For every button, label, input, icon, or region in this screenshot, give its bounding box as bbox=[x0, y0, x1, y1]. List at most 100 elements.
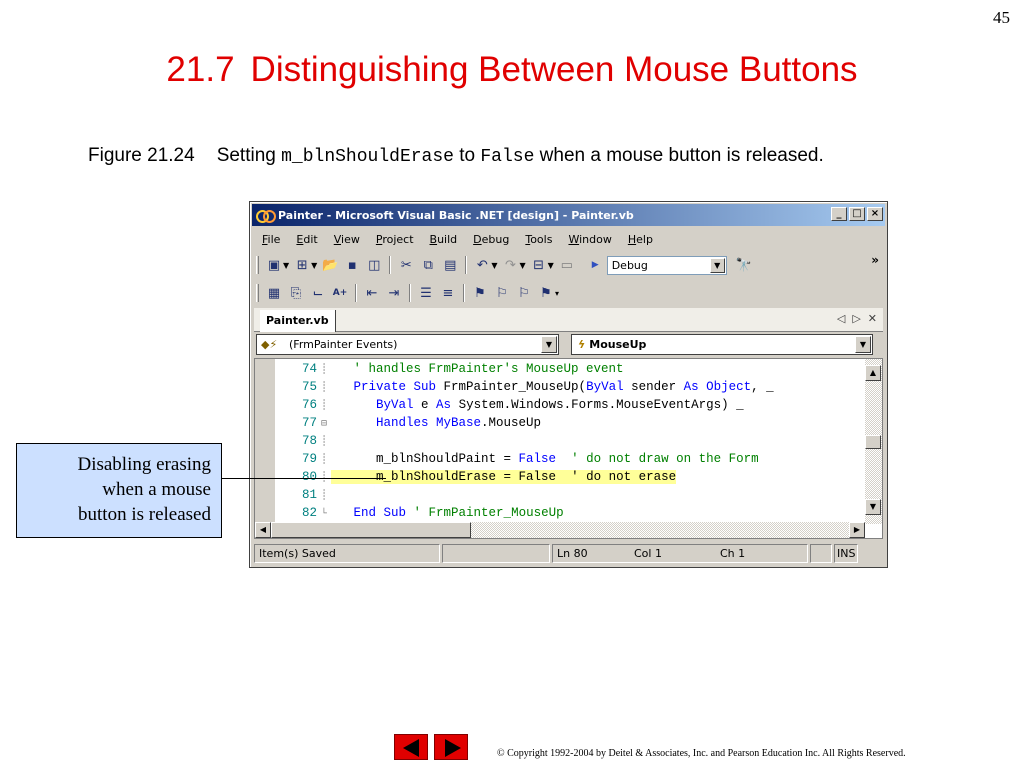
save-icon[interactable]: ▪ bbox=[343, 256, 361, 274]
find-icon[interactable]: 🔭 bbox=[735, 256, 753, 274]
code-token: False bbox=[518, 452, 557, 466]
next-slide-button[interactable] bbox=[434, 734, 468, 760]
horizontal-scrollbar[interactable]: ◀ ▶ bbox=[255, 522, 865, 538]
class-name-combo[interactable]: ◆⚡ (FrmPainter Events) ▼ bbox=[256, 334, 559, 355]
chevron-down-icon[interactable]: ▼ bbox=[283, 261, 289, 270]
line-number: 82 bbox=[301, 506, 317, 520]
code-line[interactable]: 79 ┊ m_blnShouldPaint = False ' do not dr… bbox=[277, 450, 863, 468]
code-token: ByVal bbox=[586, 380, 624, 394]
redo-icon[interactable]: ↷ bbox=[501, 256, 519, 274]
open-folder-icon[interactable]: 📂 bbox=[321, 256, 339, 274]
maximize-button[interactable]: □ bbox=[849, 207, 865, 221]
code-token: System.Windows.Forms.MouseEventArgs) _ bbox=[451, 398, 744, 412]
next-bookmark-icon[interactable]: ⚐ bbox=[493, 284, 511, 302]
undo-icon[interactable]: ↶ bbox=[473, 256, 491, 274]
add-item-icon[interactable]: ⊞ bbox=[293, 256, 311, 274]
code-line[interactable]: 77 ⊟ Handles MyBase.MouseUp bbox=[277, 414, 863, 432]
scroll-right-button[interactable]: ▶ bbox=[849, 522, 865, 538]
window-icon[interactable]: ▭ bbox=[558, 256, 576, 274]
vs-app-icon bbox=[256, 209, 276, 223]
caption-part3: when a mouse button is released. bbox=[534, 145, 824, 166]
chevron-down-icon[interactable]: ▾ bbox=[555, 289, 559, 298]
parameter-info-icon[interactable]: ⎘ bbox=[287, 284, 305, 302]
caption-part1: Setting bbox=[216, 145, 282, 166]
scroll-left-icon[interactable]: ◁ bbox=[837, 312, 845, 325]
menu-item-debug[interactable]: Debug bbox=[465, 233, 517, 246]
method-name-combo[interactable]: ϟ MouseUp ▼ bbox=[571, 334, 873, 355]
scroll-thumb[interactable] bbox=[271, 522, 471, 538]
code-area[interactable]: 74 ┊ ' handles FrmPainter's MouseUp event… bbox=[277, 359, 863, 524]
quick-info-icon[interactable]: ⌙ bbox=[309, 284, 327, 302]
comment-icon[interactable]: ☰ bbox=[417, 284, 435, 302]
menu-item-file[interactable]: File bbox=[254, 233, 288, 246]
window-title: Painter - Microsoft Visual Basic .NET [d… bbox=[278, 208, 634, 222]
new-project-icon[interactable]: ▣ bbox=[265, 256, 283, 274]
complete-word-icon[interactable]: A+ bbox=[331, 284, 349, 302]
code-line[interactable]: 75 ┊ Private Sub FrmPainter_MouseUp(ByVal… bbox=[277, 378, 863, 396]
status-bar: Item(s) Saved Ln 80 Col 1 Ch 1 INS bbox=[254, 543, 883, 563]
outdent-icon[interactable]: ⇤ bbox=[363, 284, 381, 302]
code-line[interactable]: 82 └ End Sub ' FrmPainter_MouseUp bbox=[277, 504, 863, 522]
minimize-button[interactable]: _ bbox=[831, 207, 847, 221]
code-editor[interactable]: 74 ┊ ' handles FrmPainter's MouseUp event… bbox=[254, 358, 883, 539]
code-token: As Object bbox=[683, 380, 752, 394]
copy-icon[interactable]: ⧉ bbox=[419, 256, 437, 274]
scroll-thumb[interactable] bbox=[865, 435, 881, 449]
chevron-down-icon[interactable]: ▼ bbox=[311, 261, 317, 270]
solution-config-select[interactable]: Debug ▼ bbox=[606, 255, 727, 275]
code-token bbox=[556, 470, 572, 484]
chevron-down-icon[interactable]: ▼ bbox=[491, 261, 497, 270]
menu-item-help[interactable]: Help bbox=[620, 233, 661, 246]
toolbar-separator bbox=[409, 284, 411, 302]
status-line: Ln 80 bbox=[552, 543, 630, 563]
chevron-down-icon[interactable]: ▼ bbox=[548, 261, 554, 270]
code-token: m_blnShouldPaint = bbox=[331, 452, 519, 466]
code-line[interactable]: 80┊ m_blnShouldErase = False ' do not er… bbox=[277, 468, 863, 486]
toolbar-overflow-icon[interactable]: » bbox=[871, 253, 879, 267]
previous-slide-button[interactable] bbox=[394, 734, 428, 760]
callout-connector bbox=[222, 478, 386, 479]
scroll-left-button[interactable]: ◀ bbox=[255, 522, 271, 538]
clear-bookmarks-icon[interactable]: ⚑ bbox=[537, 284, 555, 302]
toolbar-separator bbox=[355, 284, 357, 302]
menu-item-edit[interactable]: Edit bbox=[288, 233, 325, 246]
code-line[interactable]: 78 ┊ bbox=[277, 432, 863, 450]
standard-toolbar: ▣ ▼ ⊞ ▼ 📂 ▪ ◫ ✂ ⧉ ▤ ↶ ▼ ↷ ▼ ⊟ ▼ ▭ ▶ Debug ▼ 🔭… bbox=[254, 253, 883, 277]
navigate-icon[interactable]: ⊟ bbox=[530, 256, 548, 274]
previous-bookmark-icon[interactable]: ⚐ bbox=[515, 284, 533, 302]
text-editor-toolbar: ▦ ⎘ ⌙ A+ ⇤ ⇥ ☰ ≡ ⚑ ⚐ ⚐ ⚑ ▾ bbox=[254, 281, 883, 305]
toggle-bookmark-icon[interactable]: ⚑ bbox=[471, 284, 489, 302]
title-text: Distinguishing Between Mouse Buttons bbox=[250, 50, 858, 89]
cut-icon[interactable]: ✂ bbox=[397, 256, 415, 274]
title-bar[interactable]: Painter - Microsoft Visual Basic .NET [d… bbox=[252, 204, 885, 226]
code-token: ' do not erase bbox=[571, 470, 677, 484]
method-name-value: MouseUp bbox=[589, 338, 647, 351]
code-line[interactable]: 81 ┊ bbox=[277, 486, 863, 504]
uncomment-icon[interactable]: ≡ bbox=[439, 284, 457, 302]
code-token: ' do not draw on the Form bbox=[571, 452, 759, 466]
close-icon[interactable]: ✕ bbox=[868, 312, 877, 325]
save-all-icon[interactable]: ◫ bbox=[365, 256, 383, 274]
chevron-down-icon[interactable]: ▼ bbox=[709, 257, 725, 273]
window-controls: _ □ × bbox=[831, 207, 883, 221]
menu-item-project[interactable]: Project bbox=[368, 233, 422, 246]
paste-icon[interactable]: ▤ bbox=[441, 256, 459, 274]
code-line[interactable]: 76 ┊ ByVal e As System.Windows.Forms.Mous… bbox=[277, 396, 863, 414]
scroll-up-button[interactable]: ▲ bbox=[865, 365, 881, 381]
indent-icon[interactable]: ⇥ bbox=[385, 284, 403, 302]
start-icon[interactable]: ▶ bbox=[592, 260, 599, 270]
code-line[interactable]: 74 ┊ ' handles FrmPainter's MouseUp event bbox=[277, 360, 863, 378]
vertical-scrollbar[interactable]: ▲ ▼ bbox=[865, 359, 882, 524]
menu-item-tools[interactable]: Tools bbox=[517, 233, 560, 246]
scroll-down-button[interactable]: ▼ bbox=[865, 499, 881, 515]
menu-item-build[interactable]: Build bbox=[422, 233, 466, 246]
object-members-icon[interactable]: ▦ bbox=[265, 284, 283, 302]
menu-item-view[interactable]: View bbox=[326, 233, 368, 246]
menu-item-window[interactable]: Window bbox=[560, 233, 619, 246]
chevron-down-icon[interactable]: ▼ bbox=[541, 336, 557, 353]
close-button[interactable]: × bbox=[867, 207, 883, 221]
tab-painter-vb[interactable]: Painter.vb bbox=[260, 309, 336, 332]
chevron-down-icon[interactable]: ▼ bbox=[519, 261, 525, 270]
chevron-down-icon[interactable]: ▼ bbox=[855, 336, 871, 353]
scroll-right-icon[interactable]: ▷ bbox=[852, 312, 860, 325]
